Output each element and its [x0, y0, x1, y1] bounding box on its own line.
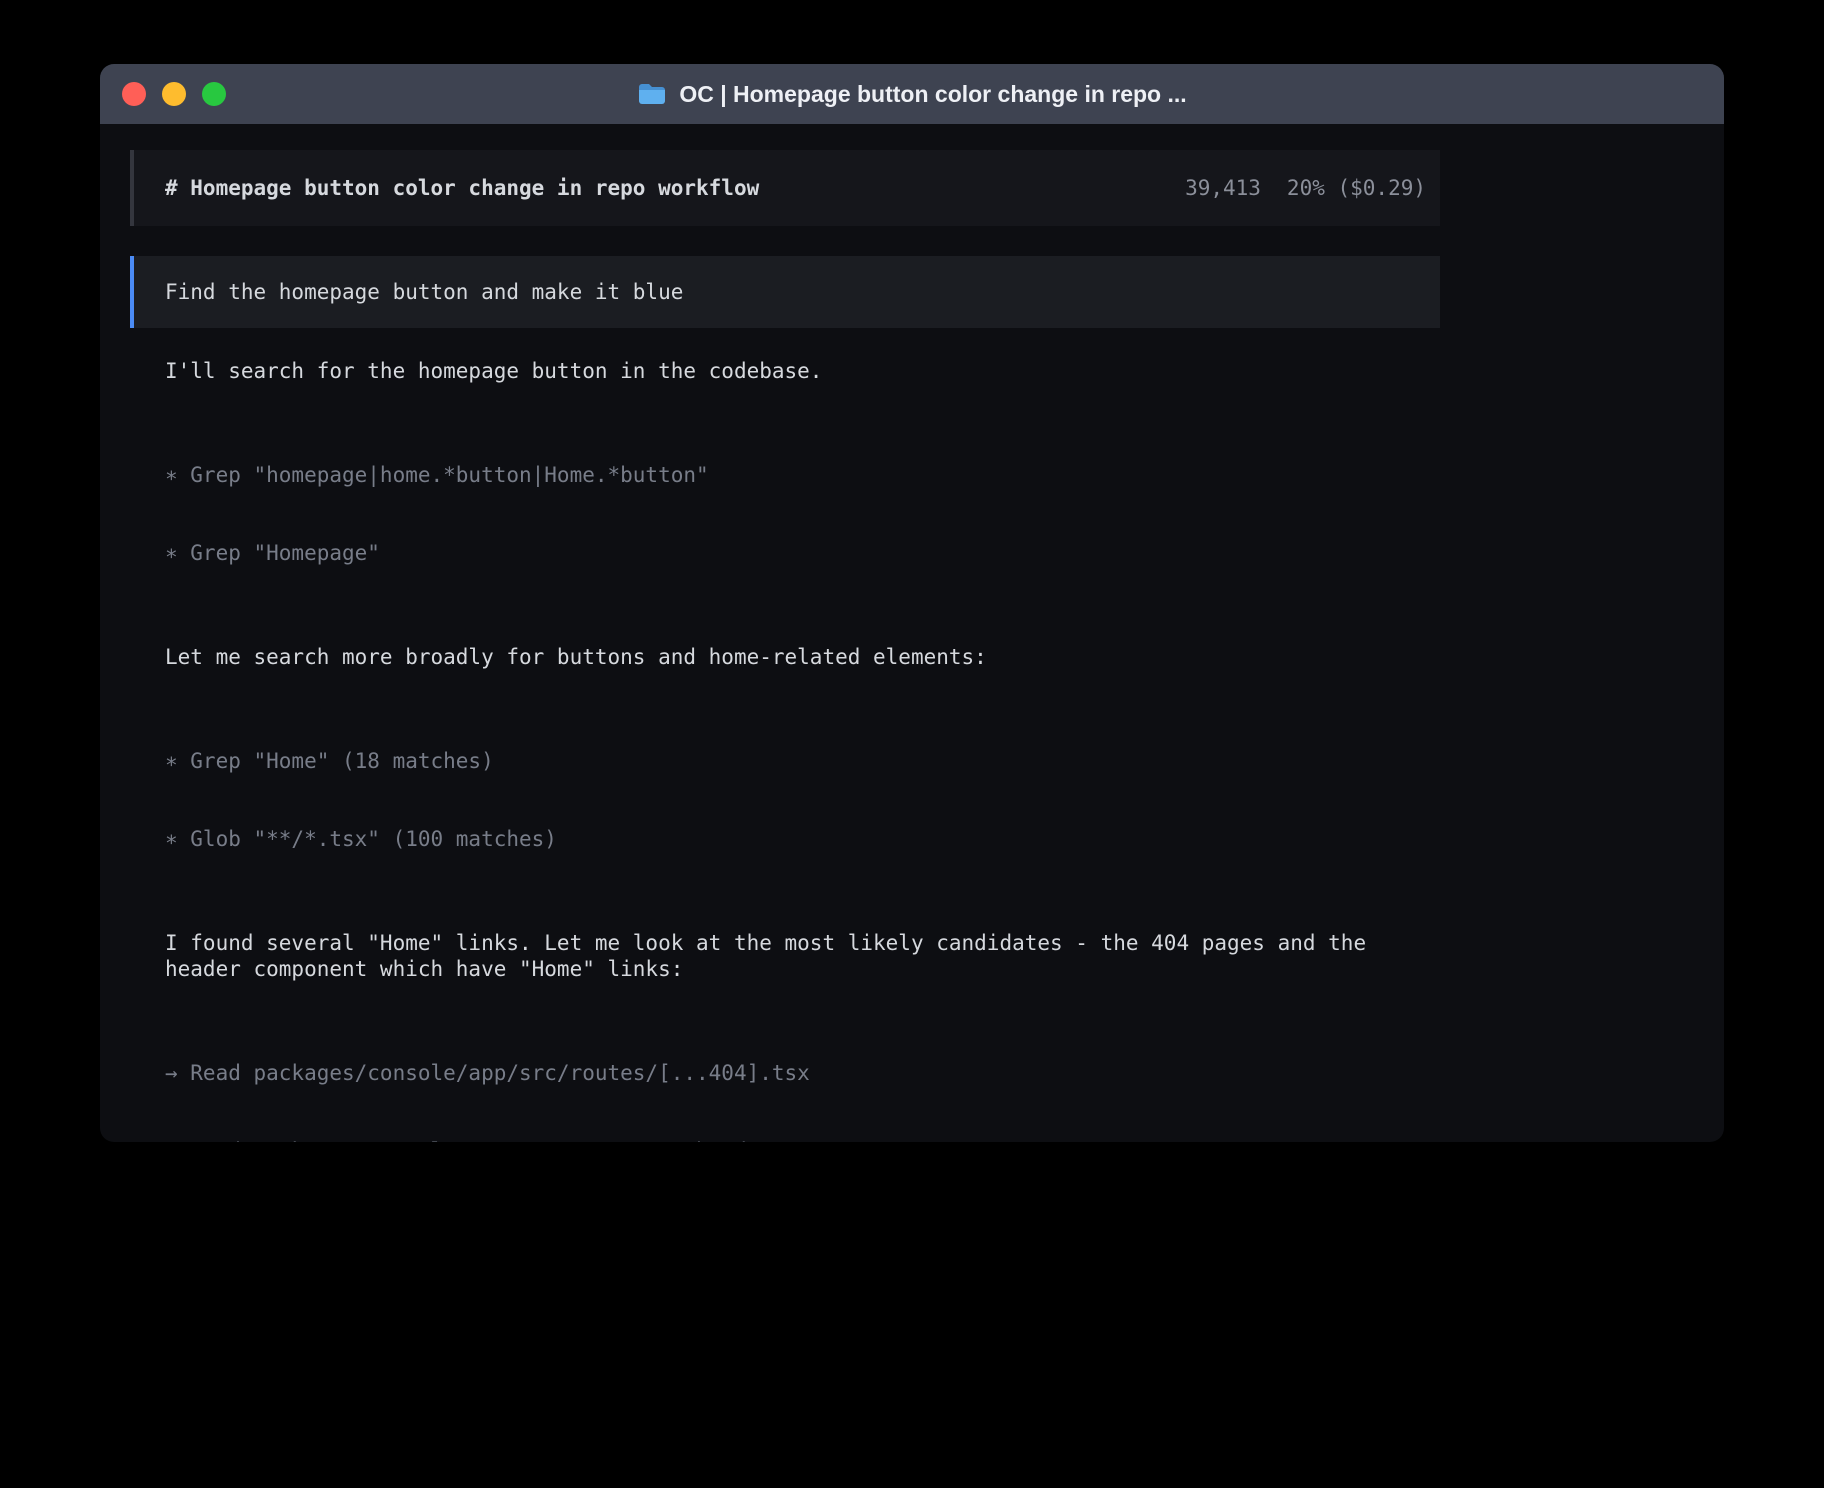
folder-icon	[637, 82, 667, 106]
context-usage-cost: 20% ($0.29)	[1287, 175, 1426, 201]
tool-call-grep: ∗ Grep "homepage|home.*button|Home.*butt…	[165, 462, 1410, 488]
tool-call-group: → Read packages/console/app/src/routes/[…	[165, 1008, 1410, 1142]
tool-call-read: → Read packages/console/app/src/componen…	[165, 1138, 1410, 1142]
tool-call-glob: ∗ Glob "**/*.tsx" (100 matches)	[165, 826, 1410, 852]
window-title-text: OC | Homepage button color change in rep…	[679, 81, 1186, 108]
session-header: # Homepage button color change in repo w…	[130, 150, 1440, 226]
terminal-window: OC | Homepage button color change in rep…	[100, 64, 1724, 1142]
tool-call-group: ∗ Grep "homepage|home.*button|Home.*butt…	[165, 410, 1410, 618]
assistant-text: I'll search for the homepage button in t…	[165, 358, 1410, 384]
window-titlebar[interactable]: OC | Homepage button color change in rep…	[100, 64, 1724, 124]
window-title: OC | Homepage button color change in rep…	[100, 81, 1724, 108]
traffic-lights	[122, 82, 226, 106]
session-stats: 39,413 20% ($0.29)	[1185, 175, 1426, 201]
user-message-text: Find the homepage button and make it blu…	[165, 279, 683, 305]
assistant-text: Let me search more broadly for buttons a…	[165, 644, 1410, 670]
tool-call-grep: ∗ Grep "Homepage"	[165, 540, 1410, 566]
zoom-button[interactable]	[202, 82, 226, 106]
terminal-content: # Homepage button color change in repo w…	[130, 150, 1440, 1142]
session-title: # Homepage button color change in repo w…	[165, 175, 759, 201]
close-button[interactable]	[122, 82, 146, 106]
tool-call-grep: ∗ Grep "Home" (18 matches)	[165, 748, 1410, 774]
token-count: 39,413	[1185, 175, 1261, 201]
minimize-button[interactable]	[162, 82, 186, 106]
assistant-text: I found several "Home" links. Let me loo…	[165, 930, 1410, 982]
user-message: Find the homepage button and make it blu…	[130, 256, 1440, 328]
tool-call-read: → Read packages/console/app/src/routes/[…	[165, 1060, 1410, 1086]
tool-call-group: ∗ Grep "Home" (18 matches) ∗ Glob "**/*.…	[165, 696, 1410, 904]
